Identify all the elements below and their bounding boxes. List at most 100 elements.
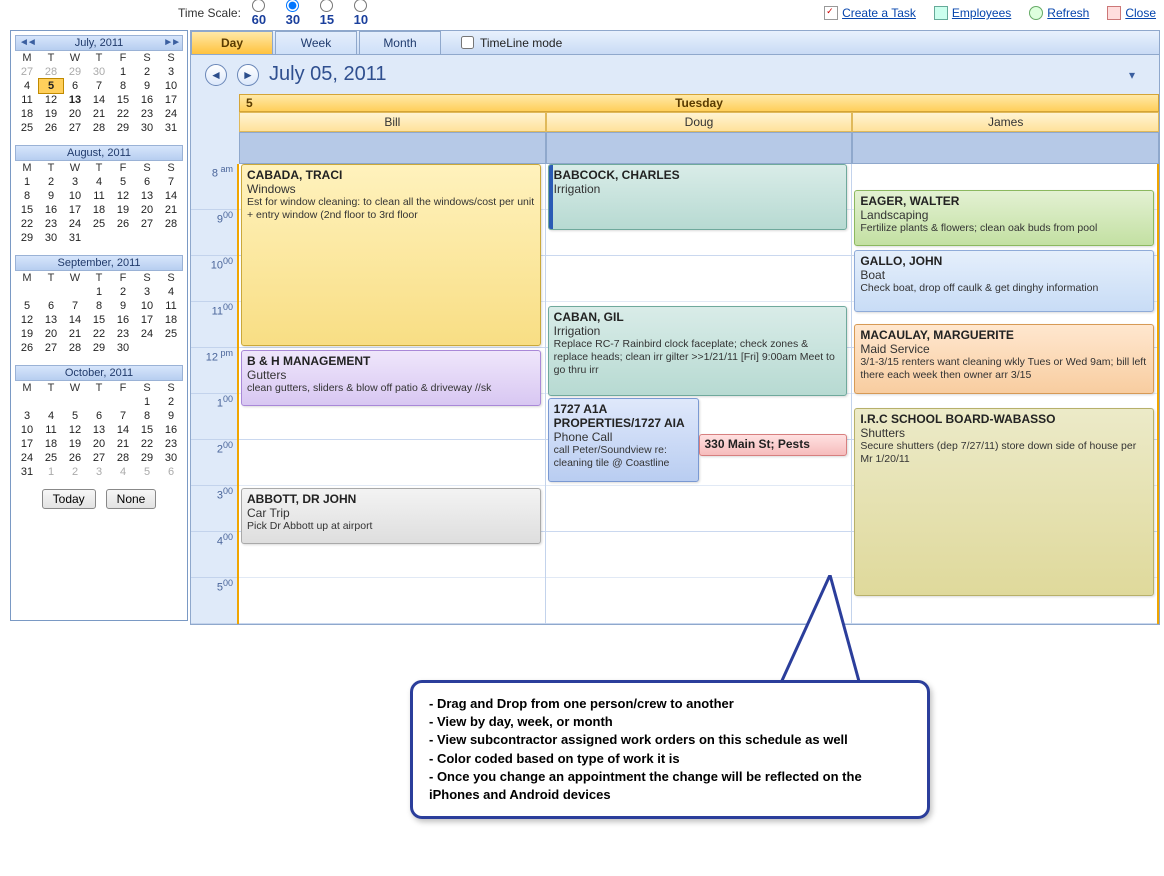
- cal-day[interactable]: 30: [111, 341, 135, 355]
- cal-day[interactable]: 27: [15, 65, 39, 79]
- cal-day[interactable]: 10: [135, 299, 159, 313]
- cal-day[interactable]: 28: [111, 451, 135, 465]
- cal-day[interactable]: 24: [15, 451, 39, 465]
- cal-day[interactable]: 27: [39, 341, 63, 355]
- cal-day[interactable]: 7: [63, 299, 87, 313]
- next-day-button[interactable]: ►: [237, 64, 259, 86]
- cal-day[interactable]: 2: [63, 465, 87, 479]
- cal-day[interactable]: 30: [39, 231, 63, 245]
- cal-day[interactable]: 27: [135, 217, 159, 231]
- cal-day[interactable]: 15: [135, 423, 159, 437]
- cal-day[interactable]: 12: [39, 93, 63, 107]
- cal-day[interactable]: 2: [159, 395, 183, 409]
- cal-day[interactable]: 19: [39, 107, 63, 121]
- cal-day[interactable]: [159, 231, 183, 245]
- cal-day[interactable]: 13: [87, 423, 111, 437]
- timescale-60[interactable]: 60: [247, 0, 271, 27]
- cal-day[interactable]: 3: [87, 465, 111, 479]
- cal-day[interactable]: 29: [111, 121, 135, 135]
- tab-month[interactable]: Month: [359, 31, 441, 54]
- cal-day[interactable]: 2: [135, 65, 159, 79]
- employees-link[interactable]: Employees: [934, 6, 1011, 20]
- cal-day[interactable]: 27: [63, 121, 87, 135]
- cal-day[interactable]: 20: [87, 437, 111, 451]
- cal-day[interactable]: 13: [63, 93, 87, 107]
- allday-bill[interactable]: [239, 132, 546, 164]
- cal-day[interactable]: 8: [87, 299, 111, 313]
- cal-day[interactable]: 13: [135, 189, 159, 203]
- cal-day[interactable]: 31: [63, 231, 87, 245]
- cal-day[interactable]: 3: [159, 65, 183, 79]
- cal-day[interactable]: 10: [159, 79, 183, 93]
- cal-day[interactable]: 8: [135, 409, 159, 423]
- cal-day[interactable]: 15: [87, 313, 111, 327]
- cal-day[interactable]: [135, 341, 159, 355]
- cal-day[interactable]: 19: [63, 437, 87, 451]
- cal-day[interactable]: 9: [111, 299, 135, 313]
- appointment[interactable]: I.R.C SCHOOL BOARD-WABASSOShuttersSecure…: [854, 408, 1154, 596]
- cal-day[interactable]: 23: [135, 107, 159, 121]
- cal-day[interactable]: 19: [111, 203, 135, 217]
- cal-day[interactable]: 2: [39, 175, 63, 189]
- cal-day[interactable]: 13: [39, 313, 63, 327]
- today-button[interactable]: Today: [42, 489, 96, 509]
- cal-day[interactable]: [87, 395, 111, 409]
- cal-day[interactable]: 25: [87, 217, 111, 231]
- cal-day[interactable]: 12: [111, 189, 135, 203]
- cal-day[interactable]: 16: [111, 313, 135, 327]
- cal-day[interactable]: [39, 395, 63, 409]
- cal-day[interactable]: 17: [159, 93, 183, 107]
- cal-day[interactable]: 31: [15, 465, 39, 479]
- cal-day[interactable]: 14: [63, 313, 87, 327]
- cal-day[interactable]: 26: [63, 451, 87, 465]
- cal-day[interactable]: 25: [159, 327, 183, 341]
- cal-day[interactable]: 21: [63, 327, 87, 341]
- cal-day[interactable]: 30: [135, 121, 159, 135]
- cal-day[interactable]: 6: [159, 465, 183, 479]
- cal-day[interactable]: 5: [63, 409, 87, 423]
- cal-day[interactable]: [63, 395, 87, 409]
- appointment[interactable]: EAGER, WALTERLandscapingFertilize plants…: [854, 190, 1154, 246]
- allday-james[interactable]: [852, 132, 1159, 164]
- minical-header[interactable]: ◄◄►►July, 2011: [15, 35, 183, 51]
- cal-day[interactable]: 4: [15, 79, 39, 93]
- close-link[interactable]: Close: [1107, 6, 1156, 20]
- cal-day[interactable]: 30: [159, 451, 183, 465]
- cal-day[interactable]: 15: [15, 203, 39, 217]
- cal-day[interactable]: 1: [39, 465, 63, 479]
- appointment[interactable]: B & H MANAGEMENTGuttersclean gutters, sl…: [241, 350, 541, 406]
- cal-day[interactable]: 11: [15, 93, 39, 107]
- cal-day[interactable]: 21: [87, 107, 111, 121]
- column-doug[interactable]: BABCOCK, CHARLESIrrigationCABAN, GILIrri…: [546, 164, 853, 624]
- collapse-icon[interactable]: ▾: [1129, 68, 1135, 82]
- minical-header[interactable]: September, 2011: [15, 255, 183, 271]
- timeline-mode-toggle[interactable]: TimeLine mode: [461, 36, 562, 50]
- tab-week[interactable]: Week: [275, 31, 357, 54]
- cal-day[interactable]: 24: [63, 217, 87, 231]
- cal-day[interactable]: 1: [111, 65, 135, 79]
- cal-day[interactable]: 20: [63, 107, 87, 121]
- cal-day[interactable]: 29: [87, 341, 111, 355]
- cal-day[interactable]: 11: [159, 299, 183, 313]
- appointment[interactable]: CABADA, TRACIWindowsEst for window clean…: [241, 164, 541, 346]
- cal-day[interactable]: 7: [159, 175, 183, 189]
- cal-day[interactable]: 2: [111, 285, 135, 299]
- cal-day[interactable]: 8: [111, 79, 135, 93]
- cal-day[interactable]: 12: [63, 423, 87, 437]
- allday-doug[interactable]: [546, 132, 853, 164]
- cal-day[interactable]: [111, 395, 135, 409]
- cal-day[interactable]: 15: [111, 93, 135, 107]
- cal-day[interactable]: 1: [87, 285, 111, 299]
- cal-day[interactable]: 11: [39, 423, 63, 437]
- cal-day[interactable]: 22: [87, 327, 111, 341]
- cal-day[interactable]: 22: [135, 437, 159, 451]
- cal-day[interactable]: 3: [135, 285, 159, 299]
- cal-day[interactable]: 6: [39, 299, 63, 313]
- cal-day[interactable]: [135, 231, 159, 245]
- none-button[interactable]: None: [106, 489, 157, 509]
- cal-day[interactable]: 7: [87, 79, 111, 93]
- cal-day[interactable]: [15, 285, 39, 299]
- create-task-link[interactable]: Create a Task: [824, 6, 916, 20]
- cal-day[interactable]: 4: [39, 409, 63, 423]
- cal-day[interactable]: 22: [15, 217, 39, 231]
